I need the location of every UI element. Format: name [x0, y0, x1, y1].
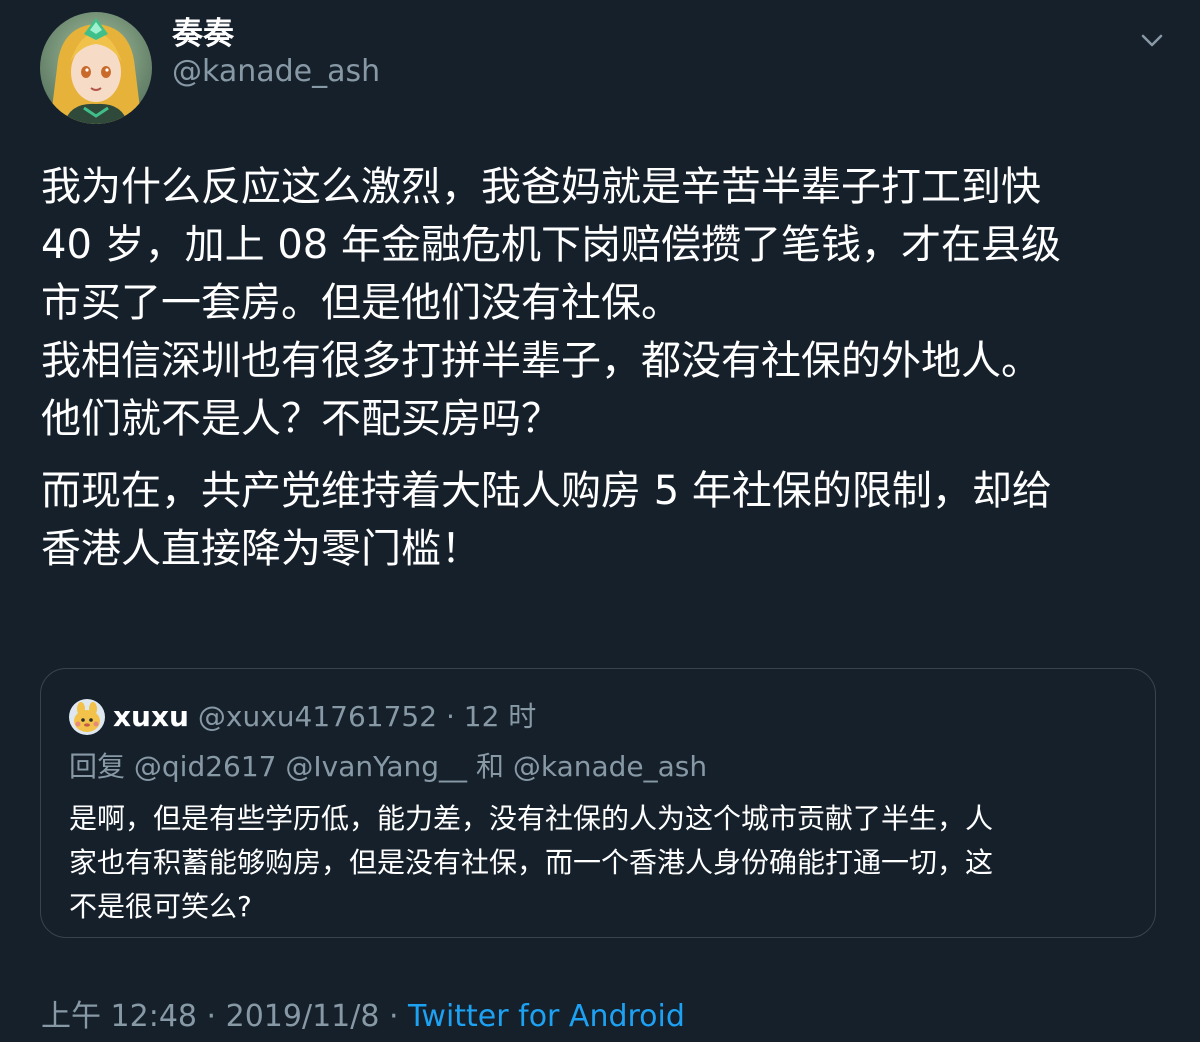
- tweet-source-link[interactable]: Twitter for Android: [408, 999, 685, 1034]
- tweet-date[interactable]: 2019/11/8: [226, 999, 380, 1034]
- cartoon-avatar-icon: [69, 699, 105, 735]
- quoted-reply-context: 回复 @qid2617 @IvanYang__ 和 @kanade_ash: [69, 750, 708, 783]
- separator-dot: ·: [379, 999, 409, 1034]
- tweet-text: 我为什么反应这么激烈，我爸妈就是辛苦半辈子打工到快 40 岁，加上 08 年金融…: [41, 158, 1171, 578]
- tweet-line: 我相信深圳也有很多打拼半辈子，都没有社保的外地人。: [41, 338, 1041, 384]
- tweet-line: 40 岁，加上 08 年金融危机下岗赔偿攒了笔钱，才在县级: [41, 222, 1061, 268]
- quoted-avatar[interactable]: [69, 699, 105, 735]
- tweet-line: 而现在，共产党维持着大陆人购房 5 年社保的限制，却给: [41, 468, 1052, 514]
- tweet-metadata: 上午 12:48 · 2019/11/8 · Twitter for Andro…: [41, 996, 685, 1038]
- tweet-line: 他们就不是人？不配买房吗？: [41, 396, 561, 442]
- quoted-header: xuxu @xuxu41761752 · 12 时: [113, 697, 536, 737]
- quoted-line: 不是很可笑么?: [69, 890, 252, 923]
- tweet-line: 市买了一套房。但是他们没有社保。: [41, 280, 681, 326]
- separator-dot: ·: [197, 999, 226, 1034]
- tweet-paragraph: 我为什么反应这么激烈，我爸妈就是辛苦半辈子打工到快 40 岁，加上 08 年金融…: [41, 158, 1171, 448]
- anime-character-avatar-icon: [40, 12, 152, 124]
- tweet-detail: 奏奏 @kanade_ash 我为什么反应这么激烈，我爸妈就是辛苦半辈子打工到快…: [0, 0, 1200, 1042]
- quoted-tweet[interactable]: xuxu @xuxu41761752 · 12 时 回复 @qid2617 @I…: [40, 668, 1156, 938]
- tweet-line: 香港人直接降为零门槛！: [41, 526, 481, 572]
- quoted-line: 是啊，但是有些学历低，能力差，没有社保的人为这个城市贡献了半生，人: [69, 802, 994, 835]
- quoted-line: 家也有积蓄能够购房，但是没有社保，而一个香港人身份确能打通一切，这: [69, 846, 994, 879]
- author-handle[interactable]: @kanade_ash: [172, 54, 380, 90]
- quoted-handle[interactable]: @xuxu41761752: [198, 700, 437, 733]
- tweet-time[interactable]: 上午 12:48: [41, 999, 197, 1034]
- tweet-line: 我为什么反应这么激烈，我爸妈就是辛苦半辈子打工到快: [41, 164, 1041, 210]
- chevron-down-icon[interactable]: [1138, 26, 1166, 54]
- quoted-display-name[interactable]: xuxu: [113, 700, 189, 733]
- quoted-text: 是啊，但是有些学历低，能力差，没有社保的人为这个城市贡献了半生，人 家也有积蓄能…: [69, 797, 1129, 929]
- author-avatar[interactable]: [40, 12, 152, 124]
- quoted-timestamp[interactable]: 12 时: [464, 700, 537, 733]
- tweet-paragraph: 而现在，共产党维持着大陆人购房 5 年社保的限制，却给 香港人直接降为零门槛！: [41, 462, 1171, 578]
- separator-dot: ·: [437, 700, 464, 733]
- author-display-name[interactable]: 奏奏: [172, 16, 234, 52]
